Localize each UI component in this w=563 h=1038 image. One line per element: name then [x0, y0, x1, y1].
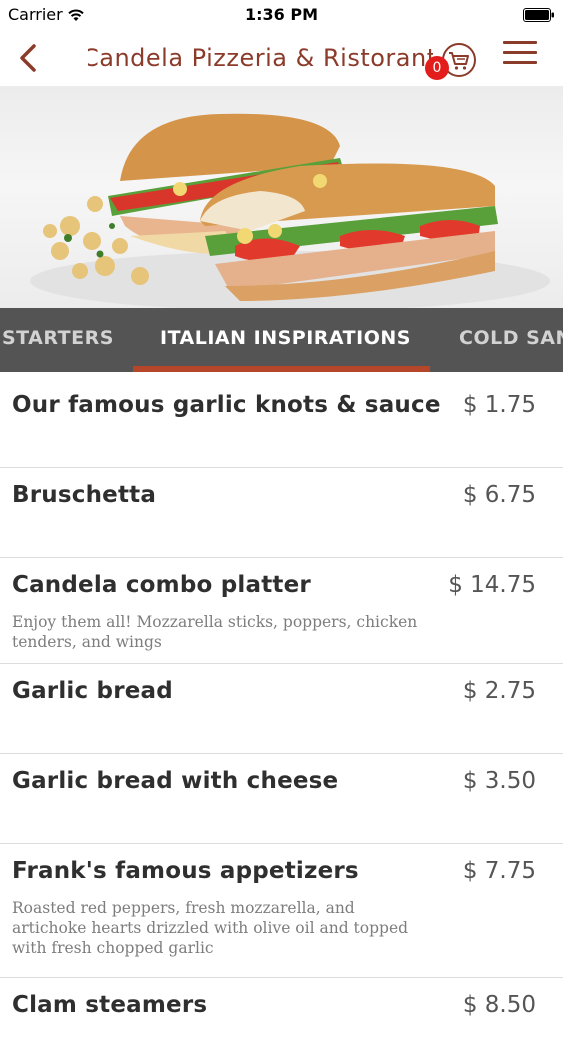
menu-list: Our famous garlic knots & sauce $ 1.75 B… — [0, 378, 563, 1038]
item-price: $ 6.75 — [462, 482, 536, 508]
item-description: Roasted red peppers, fresh mozzarella, a… — [12, 899, 409, 957]
cart-count-badge: 0 — [425, 56, 449, 80]
item-name: Garlic bread with cheese — [12, 768, 339, 794]
page-title: Candela Pizzeria & Ristorante — [88, 44, 433, 72]
item-price: $ 1.75 — [462, 392, 536, 418]
navigation-bar: Candela Pizzeria & Ristorante 0 — [0, 30, 563, 86]
tab-cold-sandwiches[interactable]: COLD SAN — [459, 308, 563, 372]
item-price: $ 3.50 — [462, 768, 536, 794]
menu-item[interactable]: Garlic bread $ 2.75 — [0, 664, 563, 754]
sandwich-illustration — [30, 113, 550, 308]
item-price: $ 8.50 — [462, 992, 536, 1018]
item-price: $ 2.75 — [462, 678, 536, 704]
active-tab-indicator — [133, 366, 430, 372]
menu-item[interactable]: Garlic bread with cheese $ 3.50 — [0, 754, 563, 844]
item-name: Bruschetta — [12, 482, 157, 508]
battery-icon — [523, 8, 554, 22]
menu-item[interactable]: Our famous garlic knots & sauce $ 1.75 — [0, 378, 563, 468]
menu-item[interactable]: Clam steamers $ 8.50 — [0, 978, 563, 1038]
item-name: Our famous garlic knots & sauce — [12, 392, 441, 418]
item-name: Candela combo platter — [12, 572, 311, 598]
item-name: Frank's famous appetizers — [12, 858, 359, 884]
tab-starters[interactable]: STARTERS — [2, 308, 114, 372]
tab-italian-inspirations[interactable]: ITALIAN INSPIRATIONS — [160, 308, 411, 372]
item-price: $ 14.75 — [448, 572, 536, 598]
menu-item[interactable]: Bruschetta $ 6.75 — [0, 468, 563, 558]
hero-image — [0, 86, 563, 308]
back-button[interactable] — [12, 40, 44, 76]
category-tabs: STARTERS ITALIAN INSPIRATIONS COLD SAN — [0, 308, 563, 372]
menu-item[interactable]: Frank's famous appetizers $ 7.75 Roasted… — [0, 844, 563, 978]
menu-item[interactable]: Candela combo platter $ 14.75 Enjoy them… — [0, 558, 563, 664]
status-bar: Carrier 1:36 PM — [0, 0, 563, 30]
item-name: Clam steamers — [12, 992, 208, 1018]
clock: 1:36 PM — [244, 5, 318, 24]
item-description: Enjoy them all! Mozzarella sticks, poppe… — [12, 613, 418, 651]
item-name: Garlic bread — [12, 678, 173, 704]
hamburger-menu-icon[interactable] — [501, 38, 539, 68]
item-price: $ 7.75 — [462, 858, 536, 884]
